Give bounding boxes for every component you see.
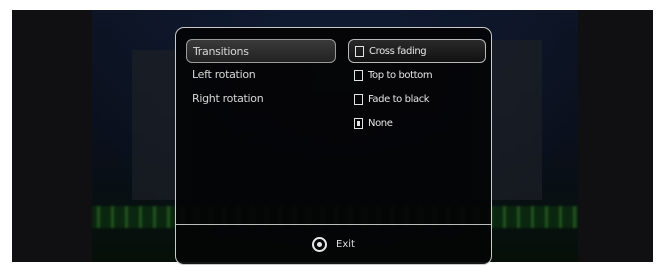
option-none[interactable]: None <box>348 111 486 135</box>
circle-button-icon[interactable] <box>312 236 328 252</box>
menu-item-right-rotation[interactable]: Right rotation <box>186 87 336 111</box>
checkbox[interactable] <box>354 93 363 105</box>
menu-item-transitions[interactable]: Transitions <box>186 39 336 63</box>
checkbox-checked[interactable] <box>354 117 363 129</box>
circle-button-dot <box>317 241 323 247</box>
option-fade-to-black[interactable]: Fade to black <box>348 87 486 111</box>
options-list: Cross fading Top to bottom Fade to black… <box>348 39 486 135</box>
option-label: Top to bottom <box>368 69 433 81</box>
option-top-to-bottom[interactable]: Top to bottom <box>348 63 486 87</box>
exit-label[interactable]: Exit <box>336 239 355 250</box>
settings-dialog: Transitions Left rotation Right rotation… <box>175 27 492 265</box>
menu-item-label: Transitions <box>193 45 249 58</box>
checkbox[interactable] <box>355 45 364 57</box>
option-cross-fading[interactable]: Cross fading <box>348 39 486 63</box>
screen: Transitions Left rotation Right rotation… <box>0 0 665 266</box>
option-label: Fade to black <box>368 93 430 105</box>
menu-item-label: Right rotation <box>192 92 264 105</box>
option-label: Cross fading <box>369 45 427 57</box>
checkbox[interactable] <box>354 69 363 81</box>
option-label: None <box>368 117 393 129</box>
left-border <box>12 10 92 262</box>
menu-item-label: Left rotation <box>192 68 256 81</box>
menu-list: Transitions Left rotation Right rotation <box>186 39 336 111</box>
footer: Exit <box>176 225 491 263</box>
right-border <box>578 10 653 262</box>
menu-item-left-rotation[interactable]: Left rotation <box>186 63 336 87</box>
